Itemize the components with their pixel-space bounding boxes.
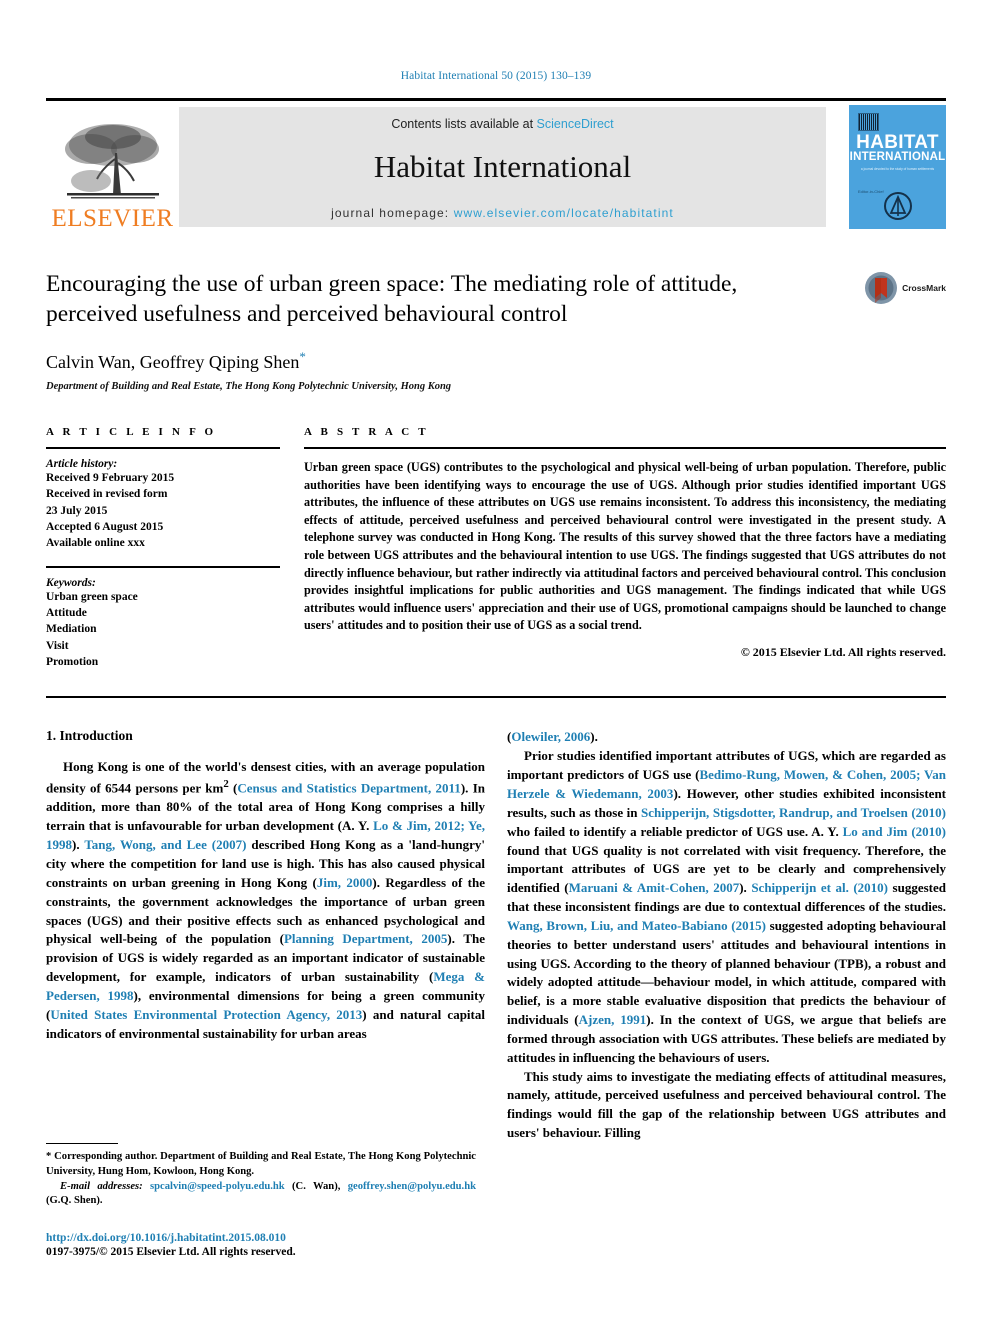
cover-subtitle: a journal devoted to the study of human … <box>860 167 935 171</box>
journal-emblem-icon <box>883 192 912 220</box>
citation-link[interactable]: United States Environmental Protection A… <box>50 1007 362 1022</box>
abstract-rule <box>304 447 946 450</box>
keyword-item: Attitude <box>46 607 87 620</box>
abstract-heading: A B S T R A C T <box>304 426 429 439</box>
citation-link[interactable]: Tang, Wong, and Lee (2007) <box>84 837 246 852</box>
running-head: Habitat International 50 (2015) 130–139 <box>400 70 592 82</box>
paragraph-intro-left: Hong Kong is one of the world's densest … <box>46 758 485 1043</box>
text-run: This study aims to investigate the media… <box>507 1068 946 1141</box>
body-column-left: 1. Introduction Hong Kong is one of the … <box>46 728 485 1143</box>
title-block: Encouraging the use of urban green space… <box>46 269 946 392</box>
keyword-item: Mediation <box>46 623 97 636</box>
journal-homepage-line: journal homepage: www.elsevier.com/locat… <box>331 206 674 220</box>
text-run: ). <box>590 729 598 745</box>
article-info-column: A R T I C L E I N F O Article history: R… <box>46 426 280 670</box>
journal-cover-thumbnail: HABITAT INTERNATIONAL a journal devoted … <box>849 105 946 229</box>
citation-link[interactable]: Lo and Jim (2010) <box>843 824 946 839</box>
elsevier-wordmark: ELSEVIER <box>51 205 174 232</box>
cover-title-line1: HABITAT <box>856 132 939 153</box>
paragraph-prior-studies: Prior studies identified important attri… <box>507 747 946 1067</box>
body-separator-rule <box>46 696 946 699</box>
corresponding-author-marker: * <box>299 349 306 365</box>
corresponding-author-text: Corresponding author. Department of Buil… <box>46 1151 476 1177</box>
citation-link[interactable]: Wang, Brown, Liu, and Mateo-Babiano (201… <box>507 918 766 933</box>
body-columns: 1. Introduction Hong Kong is one of the … <box>46 728 946 1143</box>
author-list: Calvin Wan, Geoffrey Qiping Shen* <box>46 349 946 373</box>
journal-name: Habitat International <box>373 149 632 184</box>
citation-link[interactable]: Jim, 2000 <box>317 875 373 890</box>
cover-title: HABITAT INTERNATIONAL <box>849 133 946 164</box>
history-line: Available online xxx <box>46 537 145 550</box>
citation-link[interactable]: Planning Department, 2005 <box>284 931 447 946</box>
citation-link[interactable]: Maruani & Amit-Cohen, 2007 <box>569 880 740 895</box>
citation-link[interactable]: Schipperijn et al. (2010) <box>751 880 888 895</box>
email-owner-1: (C. Wan), <box>284 1180 348 1192</box>
history-line: 23 July 2015 <box>46 504 108 517</box>
email-link-2[interactable]: geoffrey.shen@polyu.edu.hk <box>348 1181 476 1192</box>
citation-link[interactable]: Schipperijn, Stigsdotter, Randrup, and T… <box>641 805 946 820</box>
journal-article-page: Habitat International 50 (2015) 130–139 <box>0 0 992 1323</box>
citation-link[interactable]: Census and Statistics Department, 2011 <box>237 781 460 796</box>
sciencedirect-link[interactable]: ScienceDirect <box>537 117 614 131</box>
crossmark-label: CrossMark <box>902 283 946 293</box>
abstract-text: Urban green space (UGS) contributes to t… <box>304 460 946 633</box>
issn-copyright-line: 0197-3975/© 2015 Elsevier Ltd. All right… <box>46 1246 296 1258</box>
homepage-url-link[interactable]: www.elsevier.com/locate/habitatint <box>454 206 674 220</box>
history-line: Received 9 February 2015 <box>46 472 175 485</box>
abstract-column: A B S T R A C T Urban green space (UGS) … <box>304 426 946 670</box>
journal-cover-wrap: HABITAT INTERNATIONAL a journal devoted … <box>826 101 946 233</box>
keywords-rule <box>46 565 280 568</box>
text-run: who failed to identify a reliable predic… <box>507 823 843 839</box>
homepage-label: journal homepage: <box>331 206 454 220</box>
cover-title-line2: INTERNATIONAL <box>849 151 946 164</box>
section-heading-introduction: 1. Introduction <box>46 728 133 744</box>
text-run: ). <box>739 880 752 896</box>
affiliation: Department of Building and Real Estate, … <box>46 381 452 393</box>
crossmark-badge[interactable]: CrossMark <box>864 271 946 305</box>
paragraph-study-aims: This study aims to investigate the media… <box>507 1068 946 1143</box>
abstract-copyright: © 2015 Elsevier Ltd. All rights reserved… <box>740 644 946 659</box>
history-line: Accepted 6 August 2015 <box>46 521 164 534</box>
citation-link[interactable]: Olewiler, 2006 <box>511 729 590 744</box>
article-info-heading: A R T I C L E I N F O <box>46 426 217 439</box>
citation-link[interactable]: Ajzen, 1991 <box>579 1012 647 1027</box>
info-abstract-row: A R T I C L E I N F O Article history: R… <box>46 426 946 670</box>
crossmark-icon <box>865 272 898 304</box>
corresponding-author-note: * Corresponding author. Department of Bu… <box>46 1150 476 1180</box>
article-info-rule <box>46 447 280 450</box>
body-column-right: (Olewiler, 2006). Prior studies identifi… <box>507 728 946 1143</box>
sciencedirect-banner: Contents lists available at ScienceDirec… <box>179 107 826 227</box>
doi-block: http://dx.doi.org/10.1016/j.habitatint.2… <box>46 1232 476 1258</box>
history-line: Received in revised form <box>46 488 168 501</box>
keyword-item: Visit <box>46 639 69 652</box>
email-addresses-note: E-mail addresses: spcalvin@speed-polyu.e… <box>46 1180 476 1210</box>
journal-masthead: ELSEVIER Contents lists available at Sci… <box>46 98 946 233</box>
contents-available-line: Contents lists available at ScienceDirec… <box>391 117 613 131</box>
elsevier-logo: ELSEVIER <box>46 101 179 233</box>
keyword-item: Promotion <box>46 656 99 669</box>
email-label: E-mail addresses: <box>60 1180 143 1192</box>
barcode-icon <box>858 113 879 131</box>
keywords-label: Keywords: <box>46 576 96 589</box>
author-names: Calvin Wan, Geoffrey Qiping Shen <box>46 352 300 373</box>
contents-prefix: Contents lists available at <box>391 117 537 131</box>
doi-link[interactable]: http://dx.doi.org/10.1016/j.habitatint.2… <box>46 1232 476 1244</box>
elsevier-tree-icon <box>64 124 159 199</box>
footnote-area: * Corresponding author. Department of Bu… <box>46 1143 476 1209</box>
article-history-label: Article history: <box>46 458 118 471</box>
email-owner-2: (G.Q. Shen). <box>46 1195 103 1207</box>
text-run: ). <box>72 837 85 853</box>
paragraph-continuation: (Olewiler, 2006). <box>507 728 946 747</box>
article-title: Encouraging the use of urban green space… <box>46 271 738 328</box>
text-run: suggested adopting behavioural theories … <box>507 917 946 1028</box>
footnote-rule <box>46 1143 118 1144</box>
cover-side-note: Editor-in-Chief <box>858 189 884 194</box>
keyword-item: Urban green space <box>46 590 138 603</box>
email-link-1[interactable]: spcalvin@speed-polyu.edu.hk <box>150 1181 285 1192</box>
